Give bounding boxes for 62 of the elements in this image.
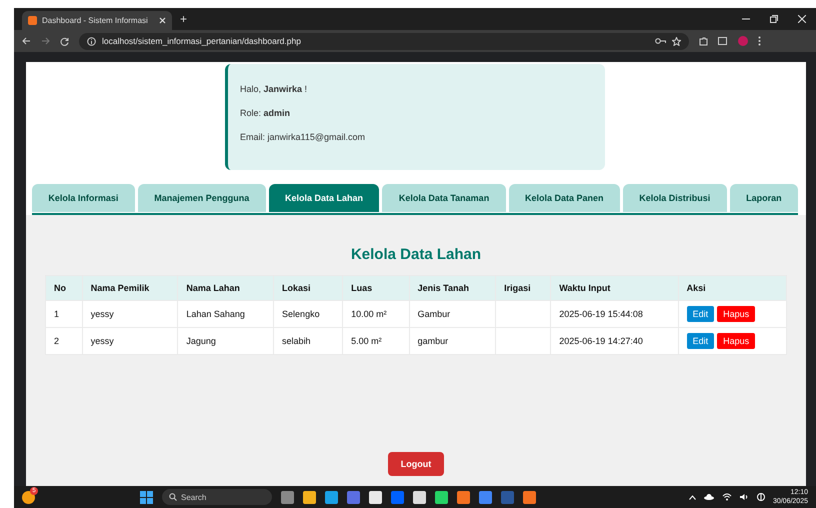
search-icon	[169, 493, 177, 501]
close-icon[interactable]	[798, 15, 806, 23]
address-bar[interactable]: localhost/sistem_informasi_pertanian/dashboard.php	[79, 32, 689, 50]
logout-button[interactable]: Logout	[388, 452, 444, 476]
table-cell: yessy	[82, 300, 178, 328]
puzzle-icon[interactable]	[699, 36, 708, 46]
back-icon[interactable]	[22, 37, 31, 45]
forward-icon[interactable]	[41, 37, 50, 45]
email-text: Email: janwirka115@gmail.com	[240, 132, 366, 142]
table-cell: gambur	[409, 328, 496, 354]
column-header: Nama Lahan	[178, 276, 274, 300]
start-icon[interactable]	[140, 490, 153, 504]
menu-icon[interactable]	[758, 36, 761, 46]
app-icon	[28, 16, 37, 25]
nav-tab[interactable]: Kelola Data Tanaman	[382, 184, 506, 212]
column-header: Jenis Tanah	[409, 276, 496, 300]
table-cell: 1	[46, 300, 82, 328]
tablet-icon[interactable]	[718, 36, 728, 46]
reload-icon[interactable]	[60, 36, 69, 46]
edit-button[interactable]: Edit	[686, 333, 714, 349]
wifi-icon[interactable]	[722, 493, 732, 501]
table-cell: yessy	[82, 328, 178, 354]
table-cell: Gambur	[409, 300, 496, 328]
table-cell: 2	[46, 328, 82, 354]
table-cell: Lahan Sahang	[178, 300, 274, 328]
search-field[interactable]: Search	[162, 489, 272, 505]
greeting-text: Halo, Janwirka !	[240, 84, 308, 94]
table-cell: 2025-06-19 15:44:08	[550, 300, 678, 328]
table-cell: Jagung	[178, 328, 274, 354]
table-cell: Selengko	[274, 300, 343, 328]
delete-button[interactable]: Hapus	[717, 333, 756, 349]
column-header: Luas	[342, 276, 410, 300]
column-header: Irigasi	[496, 276, 551, 300]
table-cell: selabih	[274, 328, 343, 354]
restore-icon[interactable]	[770, 15, 778, 23]
chevron-up-icon[interactable]	[688, 494, 696, 500]
nav-tab[interactable]: Manajemen Pengguna	[138, 184, 266, 212]
table-cell: 2025-06-19 14:27:40	[550, 328, 678, 354]
section-title: Kelola Data Lahan	[350, 246, 482, 263]
column-header: Lokasi	[274, 276, 343, 300]
browser-tab[interactable]: Dashboard - Sistem Informasi	[22, 11, 172, 30]
info-icon	[87, 36, 96, 46]
column-header: No	[46, 276, 82, 300]
column-header: Waktu Input	[550, 276, 678, 300]
nav-tab[interactable]: Laporan	[730, 184, 798, 212]
column-header: Aksi	[678, 276, 786, 300]
new-tab-button[interactable]: +	[180, 12, 188, 26]
table-cell: 5.00 m²	[342, 328, 410, 354]
nav-tab[interactable]: Kelola Data Panen	[508, 184, 620, 212]
close-icon[interactable]	[159, 17, 166, 24]
table-cell: 10.00 m²	[342, 300, 410, 328]
nav-tab[interactable]: Kelola Distribusi	[622, 184, 727, 212]
key-icon[interactable]	[655, 37, 666, 45]
nav-tab[interactable]: Kelola Informasi	[32, 184, 135, 212]
nav-tab[interactable]: Kelola Data Lahan	[268, 184, 380, 212]
star-icon[interactable]	[672, 36, 681, 46]
cloud-icon[interactable]	[704, 494, 714, 500]
speaker-icon[interactable]	[740, 493, 749, 501]
column-header: Nama Pemilik	[82, 276, 178, 300]
edit-button[interactable]: Edit	[686, 306, 714, 322]
delete-button[interactable]: Hapus	[717, 306, 756, 322]
role-text: Role: admin	[240, 108, 292, 118]
